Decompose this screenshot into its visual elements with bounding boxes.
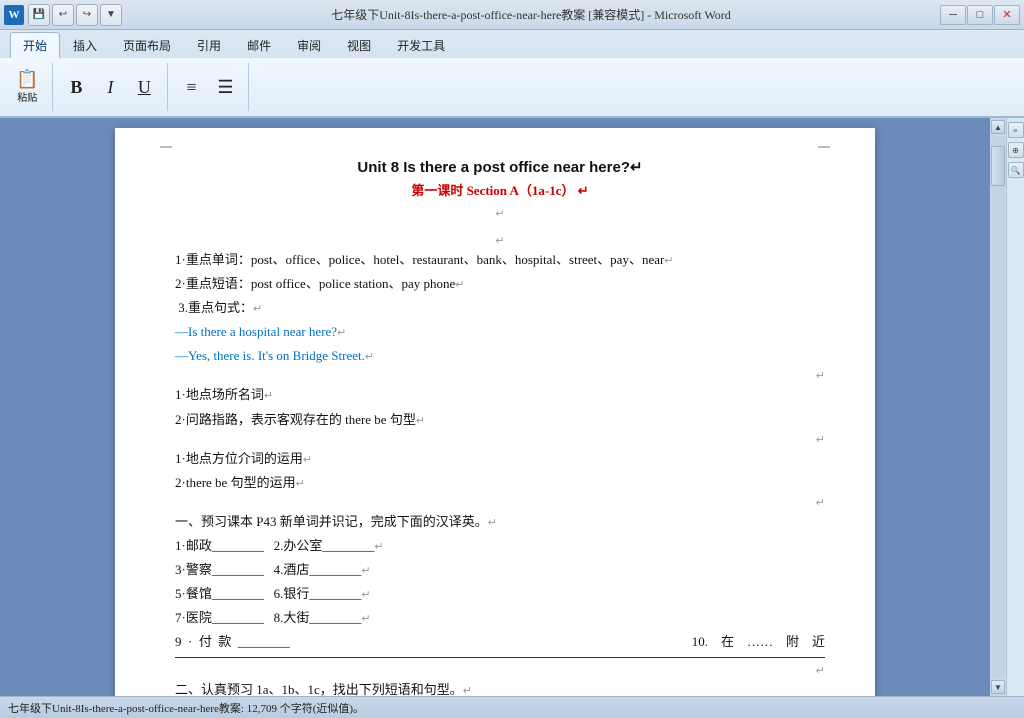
paragraph-group: ≡ ☰ — [176, 63, 249, 111]
learning-obj-1: 1·地点场所名词↵ — [175, 384, 825, 406]
italic-button[interactable]: I — [95, 76, 125, 99]
para-mark-4: ↵ — [175, 433, 825, 446]
phrase-line: 2·重点短语：post office、police station、pay ph… — [175, 273, 825, 295]
font-group: B I U — [61, 63, 168, 111]
document-title: Unit 8 Is there a post office near here?… — [175, 158, 825, 176]
side-tool-1[interactable]: ≡ — [1008, 122, 1024, 138]
align-left-icon: ≡ — [186, 78, 196, 96]
undo-button[interactable]: ↩ — [52, 4, 74, 26]
maximize-button[interactable]: □ — [967, 5, 993, 25]
underline-icon: U — [138, 78, 151, 96]
para-mark-6: ↵ — [175, 664, 825, 677]
sentence-header: 3.重点句式：↵ — [175, 297, 825, 319]
example-sentence-2: —Yes, there is. It's on Bridge Street.↵ — [175, 345, 825, 367]
exercise-4: 7·医院________ 8.大街________↵ — [175, 607, 825, 629]
tab-insert[interactable]: 插入 — [60, 32, 110, 58]
tab-developer[interactable]: 开发工具 — [384, 32, 458, 58]
ribbon: 开始 插入 页面布局 引用 邮件 审阅 视图 开发工具 📋 粘贴 B I U — [0, 30, 1024, 118]
bold-icon: B — [70, 78, 82, 96]
redo-button[interactable]: ↪ — [76, 4, 98, 26]
side-tool-2[interactable]: ⊕ — [1008, 142, 1024, 158]
para-mark-3: ↵ — [175, 369, 825, 382]
word-icon: W — [4, 5, 24, 25]
spacer-1 — [175, 226, 825, 234]
difficulty-1: 1·地点方位介词的运用↵ — [175, 448, 825, 470]
italic-icon: I — [107, 78, 113, 96]
document-area: Unit 8 Is there a post office near here?… — [0, 118, 1024, 696]
scrollbar-vertical[interactable]: ▲ ▼ — [990, 118, 1006, 696]
exercise-5: 9 · 付 款 ________ 10. 在 …… 附 近 — [175, 631, 825, 653]
exercise2-header: 二、认真预习 1a、1b、1c，找出下列短语和句型。↵ — [175, 679, 825, 696]
minimize-button[interactable]: ─ — [940, 5, 966, 25]
divider-1 — [175, 657, 825, 658]
status-bar: 七年级下Unit-8Is-there-a-post-office-near-he… — [0, 696, 1024, 718]
underline-button[interactable]: U — [129, 76, 159, 99]
save-button[interactable]: 💾 — [28, 4, 50, 26]
window-controls: ─ □ ✕ — [940, 5, 1020, 25]
ribbon-content: 📋 粘贴 B I U ≡ ☰ — [0, 58, 1024, 116]
window-title: 七年级下Unit-8Is-there-a-post-office-near-he… — [122, 6, 940, 23]
document-subtitle: 第一课时 Section A（1a-1c） ↵ — [175, 180, 825, 199]
side-toolbar: ≡ ⊕ 🔍 — [1006, 118, 1024, 696]
para-mark-2: ↵ — [175, 234, 825, 247]
title-bar-left: W 💾 ↩ ↪ ▼ — [4, 4, 122, 26]
tab-review[interactable]: 审阅 — [284, 32, 334, 58]
exercise-2: 3·警察________ 4.酒店________↵ — [175, 559, 825, 581]
para-mark-1: ↵ — [175, 207, 825, 220]
title-bar: W 💾 ↩ ↪ ▼ 七年级下Unit-8Is-there-a-post-offi… — [0, 0, 1024, 30]
document-page: Unit 8 Is there a post office near here?… — [115, 128, 875, 696]
ribbon-tab-bar: 开始 插入 页面布局 引用 邮件 审阅 视图 开发工具 — [0, 30, 1024, 58]
scroll-up-button[interactable]: ▲ — [991, 120, 1005, 134]
page-wrapper: Unit 8 Is there a post office near here?… — [0, 118, 990, 696]
customize-button[interactable]: ▼ — [100, 4, 122, 26]
margin-marker-tl — [160, 146, 172, 148]
paste-icon: 📋 — [16, 70, 38, 88]
exercise-1: 1·邮政________ 2.办公室________↵ — [175, 535, 825, 557]
learning-obj-2: 2·问路指路，表示客观存在的 there be 句型↵ — [175, 409, 825, 431]
difficulty-2: 2·there be 句型的运用↵ — [175, 472, 825, 494]
tab-home[interactable]: 开始 — [10, 32, 60, 58]
side-tool-3[interactable]: 🔍 — [1008, 162, 1024, 178]
scroll-thumb[interactable] — [991, 146, 1005, 186]
close-button[interactable]: ✕ — [994, 5, 1020, 25]
align-center-icon: ☰ — [217, 78, 233, 96]
tab-mailings[interactable]: 邮件 — [234, 32, 284, 58]
margin-marker-tr — [818, 146, 830, 148]
para-mark-5: ↵ — [175, 496, 825, 509]
scroll-track — [991, 136, 1005, 678]
quick-access-toolbar: 💾 ↩ ↪ ▼ — [28, 4, 122, 26]
clipboard-group: 📋 粘贴 — [10, 63, 53, 111]
tab-references[interactable]: 引用 — [184, 32, 234, 58]
status-text: 七年级下Unit-8Is-there-a-post-office-near-he… — [8, 700, 364, 716]
align-left-button[interactable]: ≡ — [176, 76, 206, 99]
align-center-button[interactable]: ☰ — [210, 76, 240, 99]
bold-button[interactable]: B — [61, 76, 91, 99]
paste-button[interactable]: 📋 粘贴 — [10, 68, 44, 106]
exercise-3: 5·餐馆________ 6.银行________↵ — [175, 583, 825, 605]
tab-page-layout[interactable]: 页面布局 — [110, 32, 184, 58]
exercise-header: 一、预习课本 P43 新单词并识记，完成下面的汉译英。↵ — [175, 511, 825, 533]
tab-view[interactable]: 视图 — [334, 32, 384, 58]
example-sentence-1: —Is there a hospital near here?↵ — [175, 321, 825, 343]
scroll-down-button[interactable]: ▼ — [991, 680, 1005, 694]
vocab-line: 1·重点单词：post、office、police、hotel、restaura… — [175, 249, 825, 271]
